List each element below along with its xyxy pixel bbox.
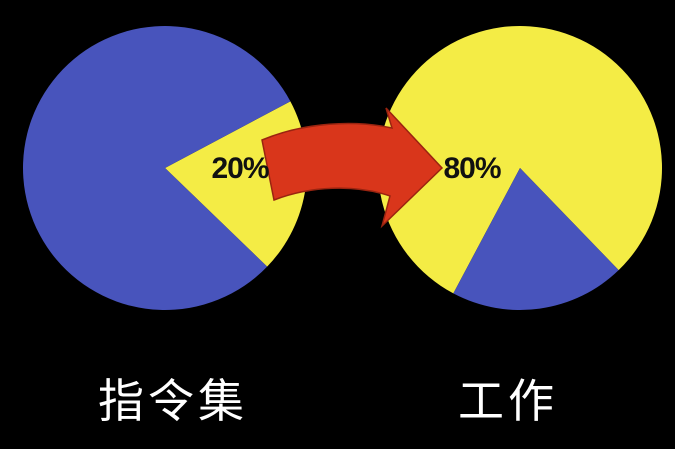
left-pie-percent-label: 20% [211,152,268,185]
left-pie-caption: 指令集 [98,374,248,428]
right-pie-caption: 工作 [458,374,558,428]
right-pie-percent-label: 80% [443,152,500,185]
